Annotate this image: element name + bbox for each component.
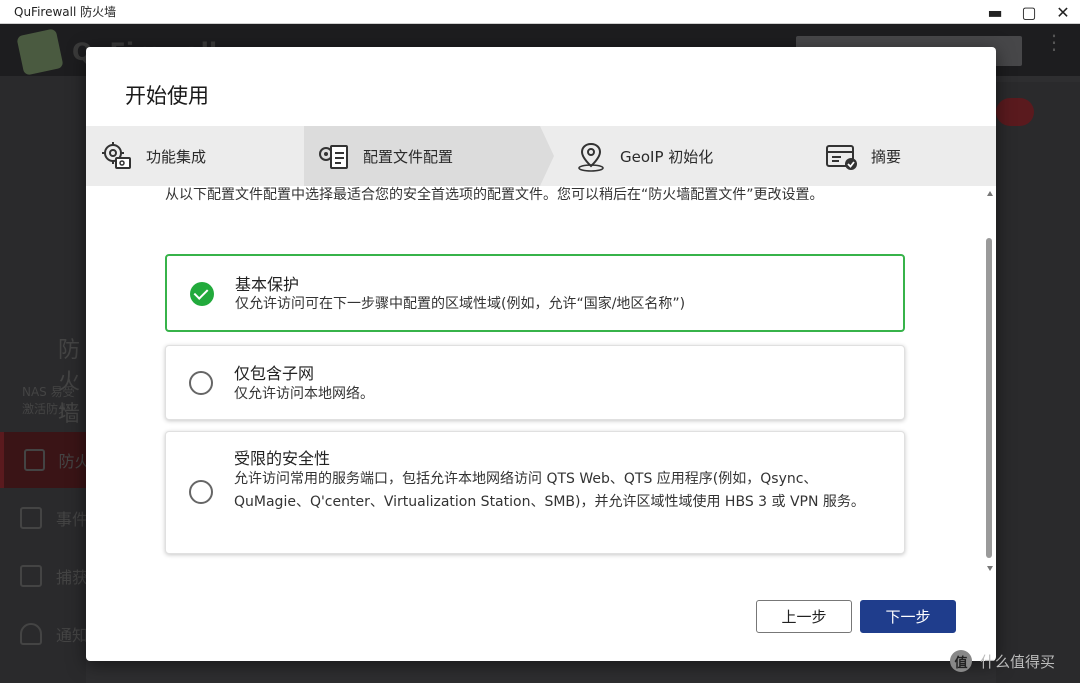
app-right-panel — [996, 82, 1080, 683]
option-restricted-security[interactable]: 受限的安全性 允许访问常用的服务端口，包括允许本地网络访问 QTS Web、QT… — [165, 431, 905, 554]
dialog-title: 开始使用 — [125, 84, 209, 108]
option-description: 仅允许访问本地网络。 — [234, 386, 374, 402]
app-logo-icon — [16, 28, 64, 76]
step-geoip-init: GeoIP 初始化 — [574, 126, 713, 186]
close-button[interactable]: ✕ — [1046, 0, 1080, 24]
previous-button[interactable]: 上一步 — [756, 600, 852, 633]
option-description: 允许访问常用的服务端口，包括允许本地网络访问 QTS Web、QTS 应用程序(… — [234, 471, 865, 510]
watermark: 值 什么值得买 — [950, 646, 1055, 676]
step-profile-config: 配置文件配置 — [317, 126, 453, 186]
watermark-text: 什么值得买 — [980, 652, 1056, 671]
radio-checked-icon[interactable] — [190, 282, 214, 306]
step-label: GeoIP 初始化 — [620, 147, 714, 166]
sidebar-item-capture[interactable]: 捕获 — [0, 548, 86, 604]
step-label: 功能集成 — [146, 147, 207, 166]
option-subnet-only[interactable]: 仅包含子网 仅允许访问本地网络。 — [165, 345, 905, 420]
content-scrollbar[interactable] — [984, 186, 996, 576]
step-label: 配置文件配置 — [363, 147, 454, 166]
location-pin-icon — [578, 142, 604, 172]
sidebar-item-firewall[interactable]: 防火墙 — [0, 432, 86, 488]
wizard-stepper: 功能集成 配置文件配置 GeoIP 初始化 摘要 — [86, 126, 996, 186]
step-label: 摘要 — [871, 147, 902, 166]
option-title: 基本保护 — [235, 275, 300, 294]
step-summary: 摘要 — [825, 126, 901, 186]
option-basic-protection[interactable]: 基本保护 仅允许访问可在下一步骤中配置的区域性域(例如，允许“国家/地区名称”) — [165, 254, 905, 332]
window-title: QuFirewall 防火墙 — [14, 5, 117, 19]
capture-icon — [20, 565, 42, 587]
bell-icon — [20, 623, 42, 645]
intro-text: 从以下配置文件配置中选择最适合您的安全首选项的配置文件。您可以稍后在“防火墙配置… — [165, 187, 824, 203]
option-title: 受限的安全性 — [234, 449, 331, 468]
minimize-button[interactable]: ▬ — [978, 0, 1012, 24]
option-title: 仅包含子网 — [234, 364, 315, 383]
more-options-icon[interactable]: ⋮ — [1044, 32, 1064, 52]
status-toggle[interactable] — [996, 98, 1034, 126]
sidebar-description: NAS 易受 激活防火 — [22, 385, 75, 416]
sidebar-item-events[interactable]: 事件 — [0, 490, 86, 546]
radio-unchecked-icon[interactable] — [189, 480, 213, 504]
sidebar-item-notifications[interactable]: 通知 — [0, 606, 86, 662]
step-feature-integration: 功能集成 — [100, 126, 206, 186]
option-description: 仅允许访问可在下一步骤中配置的区域性域(例如，允许“国家/地区名称”) — [235, 296, 686, 312]
getting-started-dialog: 开始使用 功能集成 配置文件配置 GeoIP 初始化 摘要 从以下配置文件配置中… — [86, 47, 996, 661]
window-controls: ▬ ▢ ✕ — [978, 0, 1080, 24]
dialog-content: 从以下配置文件配置中选择最适合您的安全首选项的配置文件。您可以稍后在“防火墙配置… — [86, 186, 996, 576]
watermark-logo-icon: 值 — [950, 650, 972, 672]
firewall-icon — [24, 449, 45, 471]
document-icon — [20, 507, 42, 529]
radio-unchecked-icon[interactable] — [189, 371, 213, 395]
scroll-down-icon[interactable] — [987, 566, 993, 571]
summary-check-icon — [826, 145, 857, 170]
next-button[interactable]: 下一步 — [860, 600, 956, 633]
window-titlebar: QuFirewall 防火墙 ▬ ▢ ✕ — [0, 0, 1080, 24]
gear-search-icon — [102, 142, 131, 169]
app-sidebar: 防火墙 NAS 易受 激活防火 防火墙 事件 捕获 通知 — [0, 76, 86, 683]
scrollbar-thumb[interactable] — [986, 238, 992, 558]
profile-config-icon — [319, 145, 348, 169]
maximize-button[interactable]: ▢ — [1012, 0, 1046, 24]
scroll-up-icon[interactable] — [987, 191, 993, 196]
